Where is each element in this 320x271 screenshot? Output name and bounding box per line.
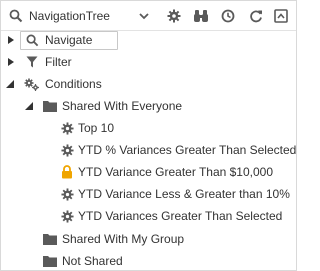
tree-row-shared-with-everyone[interactable]: Shared With Everyone: [1, 96, 296, 116]
folder-icon: [42, 253, 58, 269]
tree-label-not-shared: Not Shared: [62, 254, 123, 268]
tree-label-navigate: Navigate: [45, 33, 93, 47]
condition-label: Top 10: [78, 121, 115, 135]
tree-row-condition-item[interactable]: Top 10: [1, 118, 296, 138]
collapse-icon[interactable]: [272, 7, 290, 25]
tree-row-not-shared[interactable]: Not Shared: [1, 251, 296, 271]
gear-icon: [59, 208, 75, 224]
tree-title: NavigationTree: [29, 9, 110, 23]
lock-icon: [59, 164, 75, 180]
tree-selector[interactable]: NavigationTree: [9, 7, 110, 25]
tree-row-shared-with-my-group[interactable]: Shared With My Group: [1, 229, 296, 249]
tree-label-conditions: Conditions: [45, 77, 102, 91]
condition-label: YTD Variances Greater Than Selected: [78, 209, 283, 223]
gear-icon: [59, 186, 75, 202]
refresh-icon[interactable]: [247, 7, 265, 25]
search-icon: [9, 9, 23, 23]
clock-icon[interactable]: [219, 7, 237, 25]
gears-icon: [24, 76, 40, 92]
tree-row-conditions[interactable]: Conditions: [1, 74, 296, 94]
gear-icon: [59, 142, 75, 158]
collapse-arrow-icon[interactable]: [24, 101, 34, 111]
chevron-down-icon[interactable]: [137, 7, 151, 25]
expand-arrow-icon[interactable]: [6, 35, 16, 45]
tree-label-filter: Filter: [45, 55, 72, 69]
gear-icon[interactable]: [165, 7, 183, 25]
tree-label-shared-with-everyone: Shared With Everyone: [62, 99, 183, 113]
tree-row-filter[interactable]: Filter: [1, 52, 296, 72]
expand-arrow-icon[interactable]: [6, 57, 16, 67]
navigation-tree-panel: NavigationTree Navigate Filter Condition…: [0, 0, 297, 271]
binoculars-icon[interactable]: [192, 7, 210, 25]
filter-icon: [24, 54, 40, 70]
tree-row-condition-item[interactable]: YTD Variance Greater Than $10,000: [1, 162, 296, 182]
folder-icon: [42, 98, 58, 114]
tree-label-shared-with-my-group: Shared With My Group: [62, 232, 185, 246]
toolbar: NavigationTree: [1, 1, 296, 31]
condition-label: YTD % Variances Greater Than Selected: [78, 143, 297, 157]
tree-row-navigate[interactable]: Navigate: [1, 30, 296, 50]
search-icon: [24, 32, 40, 48]
folder-icon: [42, 231, 58, 247]
tree-row-condition-item[interactable]: YTD Variance Less & Greater than 10%: [1, 184, 296, 204]
tree-row-condition-item[interactable]: YTD Variances Greater Than Selected: [1, 206, 296, 226]
tree-row-condition-item[interactable]: YTD % Variances Greater Than Selected: [1, 140, 296, 160]
collapse-arrow-icon[interactable]: [5, 79, 15, 89]
gear-icon: [59, 120, 75, 136]
condition-label: YTD Variance Less & Greater than 10%: [78, 187, 290, 201]
condition-label: YTD Variance Greater Than $10,000: [78, 165, 273, 179]
